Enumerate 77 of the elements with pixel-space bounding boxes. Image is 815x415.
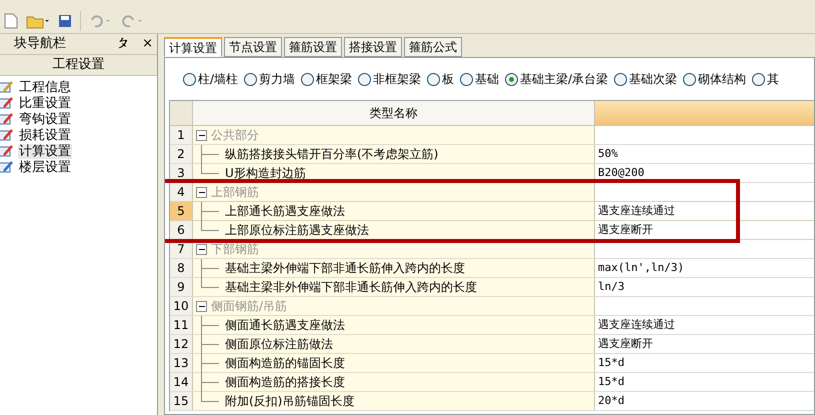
radio-option[interactable]: 基础	[460, 70, 500, 88]
radio-option[interactable]: 砌体结构	[683, 70, 746, 88]
setting-name: 基础主梁非外伸端下部非通长筋伸入跨内的长度	[225, 279, 477, 296]
column-header: 类型名称	[193, 101, 595, 125]
row-number: 1	[170, 126, 193, 144]
item-icon	[0, 96, 14, 110]
row-number: 13	[170, 354, 193, 372]
collapse-toggle[interactable]	[196, 186, 207, 198]
setting-value[interactable]: 20*d	[598, 392, 624, 410]
row-number: 12	[170, 335, 193, 353]
setting-value[interactable]: 遇支座连续通过	[598, 316, 675, 334]
setting-name: 侧面原位标注筋做法	[225, 336, 333, 353]
setting-value[interactable]: 遇支座断开	[598, 222, 653, 238]
setting-name: 纵筋搭接接头错开百分率(不考虑架立筋)	[225, 146, 438, 163]
close-button[interactable]: ×	[142, 34, 153, 54]
item-icon	[0, 144, 14, 158]
item-icon	[0, 160, 14, 174]
setting-value[interactable]: max(ln',ln/3)	[598, 260, 684, 276]
setting-name: 附加(反扣)吊筋锚固长度	[225, 393, 354, 410]
pin-button[interactable]: ㄆ	[117, 34, 130, 54]
radio-option[interactable]: 基础主梁/承台梁	[505, 70, 608, 88]
collapse-toggle[interactable]	[196, 130, 207, 140]
setting-value[interactable]: 50%	[598, 146, 618, 162]
group-name: 下部钢筋	[211, 241, 259, 258]
setting-value[interactable]: 15*d	[598, 374, 624, 390]
setting-name: U形构造封边筋	[225, 165, 306, 182]
radio-option[interactable]: 框架梁	[301, 70, 352, 88]
setting-name: 上部通长筋遇支座做法	[225, 203, 345, 220]
setting-name: 侧面构造筋的搭接长度	[225, 374, 345, 391]
nav-item[interactable]: 弯钩设置	[18, 112, 72, 126]
save-icon[interactable]	[58, 14, 72, 28]
row-number: 6	[170, 221, 193, 239]
new-file-icon[interactable]	[4, 12, 18, 28]
row-number: 8	[170, 259, 193, 277]
radio-option[interactable]: 柱/墙柱	[183, 70, 238, 88]
tab[interactable]: 计算设置	[164, 37, 222, 57]
nav-item[interactable]: 计算设置	[18, 144, 72, 158]
collapse-toggle[interactable]	[196, 300, 207, 312]
setting-name: 基础主梁外伸端下部非通长筋伸入跨内的长度	[225, 260, 465, 277]
radio-option[interactable]: 其	[752, 70, 780, 88]
group-name: 侧面钢筋/吊筋	[211, 298, 288, 315]
row-number: 15	[170, 392, 193, 410]
setting-value[interactable]: 15*d	[598, 354, 624, 372]
row-number: 4	[170, 183, 193, 201]
radio-option[interactable]: 基础次梁	[614, 70, 678, 88]
group-name: 上部钢筋	[211, 184, 259, 201]
collapse-toggle[interactable]	[196, 244, 207, 254]
setting-value[interactable]: B20@200	[598, 164, 644, 182]
setting-value[interactable]: 遇支座断开	[598, 336, 653, 352]
section-header[interactable]: 工程设置	[0, 54, 157, 76]
tab[interactable]: 箍筋公式	[404, 37, 462, 57]
setting-name: 侧面构造筋的锚固长度	[225, 355, 345, 372]
radio-option[interactable]: 板	[427, 70, 454, 88]
item-icon	[0, 128, 14, 142]
nav-item[interactable]: 损耗设置	[18, 128, 72, 142]
item-icon	[0, 80, 14, 94]
tab[interactable]: 搭接设置	[344, 37, 402, 57]
item-icon	[0, 112, 14, 126]
setting-value[interactable]: 遇支座连续通过	[598, 202, 675, 220]
nav-item[interactable]: 工程信息	[18, 80, 72, 94]
nav-item[interactable]: 楼层设置	[18, 160, 72, 174]
row-number: 9	[170, 278, 193, 296]
radio-option[interactable]: 剪力墙	[244, 70, 296, 88]
row-number: 2	[170, 145, 193, 163]
nav-item[interactable]: 比重设置	[18, 96, 72, 110]
setting-value[interactable]: ln/3	[598, 278, 624, 296]
setting-name: 侧面通长筋遇支座做法	[225, 317, 345, 334]
panel-title: 块导航栏	[13, 35, 66, 54]
row-number: 10	[170, 297, 193, 315]
row-number: 5	[170, 202, 193, 220]
row-number: 11	[170, 316, 193, 334]
tab[interactable]: 箍筋设置	[284, 37, 342, 57]
group-name: 公共部分	[211, 127, 259, 144]
radio-option[interactable]: 非框架梁	[358, 70, 422, 88]
row-number: 14	[170, 373, 193, 391]
setting-name: 上部原位标注筋遇支座做法	[225, 222, 369, 239]
tab[interactable]: 节点设置	[224, 37, 282, 57]
